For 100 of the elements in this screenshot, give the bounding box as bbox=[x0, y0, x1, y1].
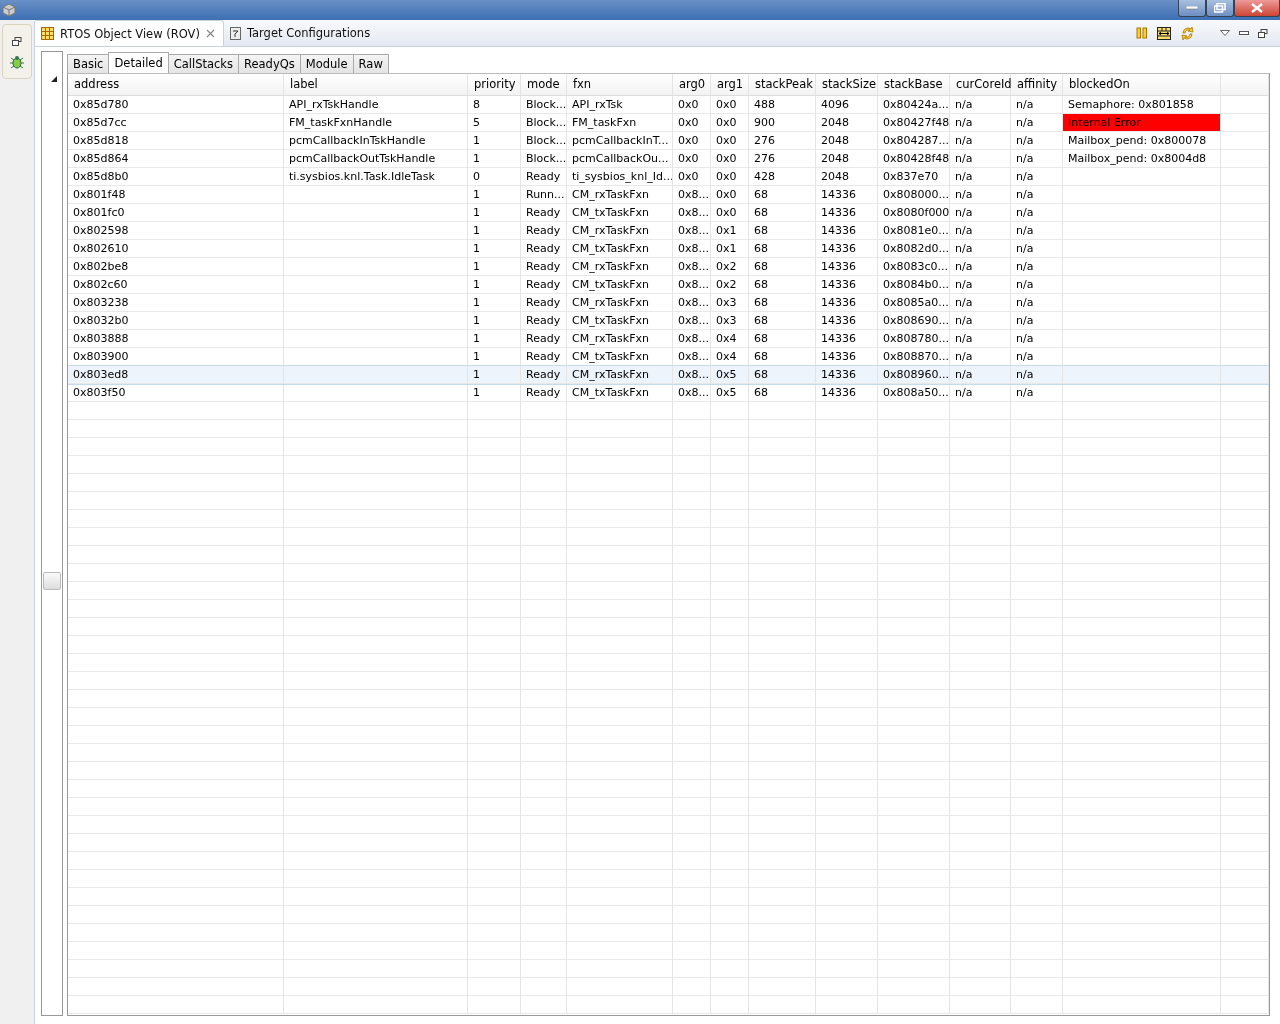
table-cell: 68 bbox=[754, 260, 768, 273]
table-cell: 0x8... bbox=[678, 314, 709, 327]
tab[interactable]: ReadyQs bbox=[238, 54, 301, 73]
table-cell: n/a bbox=[1016, 134, 1034, 147]
table-cell: 1 bbox=[473, 368, 480, 381]
table-cell: n/a bbox=[955, 296, 973, 309]
table-row[interactable]: 0x803ed8 1 Ready CM_rxTaskFxn 0x8... 0x5 68 14336 0x808960... n/a n/a bbox=[68, 366, 1269, 384]
close-button[interactable] bbox=[1234, 0, 1280, 17]
column-header[interactable]: arg1 bbox=[711, 74, 749, 95]
table-cell: Block... bbox=[526, 134, 566, 147]
table-row[interactable]: 0x801fc0 1 Ready CM_txTaskFxn 0x8... 0x0 68 14336 0x8080f000 n/a n/a bbox=[68, 204, 1269, 222]
table-row[interactable]: 0x802610 1 Ready CM_txTaskFxn 0x8... 0x1 68 14336 0x8082d0... n/a n/a bbox=[68, 240, 1269, 258]
table-cell: n/a bbox=[955, 314, 973, 327]
app-icon[interactable] bbox=[2, 3, 16, 17]
table-cell: CM_txTaskFxn bbox=[572, 386, 650, 399]
refresh-icon[interactable] bbox=[1180, 25, 1195, 41]
table-row[interactable]: 0x802c60 1 Ready CM_txTaskFxn 0x8... 0x2 68 14336 0x8084b0... n/a n/a bbox=[68, 276, 1269, 294]
table-cell: 0x0 bbox=[716, 98, 737, 111]
table-cell: 14336 bbox=[821, 386, 856, 399]
table-cell: 900 bbox=[754, 116, 775, 129]
table-row[interactable]: 0x802be8 1 Ready CM_rxTaskFxn 0x8... 0x2 68 14336 0x8083c0... n/a n/a bbox=[68, 258, 1269, 276]
table-row[interactable]: 0x803f50 1 Ready CM_txTaskFxn 0x8... 0x5 68 14336 0x808a50... n/a n/a bbox=[68, 384, 1269, 402]
resize-columns-icon[interactable] bbox=[1157, 26, 1171, 40]
tab[interactable]: Module bbox=[299, 54, 354, 73]
table-cell: n/a bbox=[955, 278, 973, 291]
pause-icon[interactable] bbox=[1136, 27, 1148, 39]
table-cell: CM_rxTaskFxn bbox=[572, 224, 649, 237]
table-cell: 68 bbox=[754, 332, 768, 345]
column-header[interactable]: curCoreId bbox=[950, 74, 1011, 95]
table-icon bbox=[41, 27, 54, 40]
tab[interactable]: Raw bbox=[352, 54, 389, 73]
table-cell: n/a bbox=[955, 224, 973, 237]
view-tab[interactable]: RTOS Object View (ROV) bbox=[34, 20, 224, 46]
bug-icon[interactable] bbox=[9, 54, 25, 70]
table-cell: 0x5 bbox=[716, 368, 737, 381]
close-icon[interactable] bbox=[205, 29, 215, 38]
table-cell: 68 bbox=[754, 278, 768, 291]
column-header[interactable]: arg0 bbox=[673, 74, 711, 95]
minimize-icon[interactable] bbox=[1239, 31, 1249, 35]
column-header[interactable]: mode bbox=[521, 74, 567, 95]
table-row[interactable]: 0x85d8b0 ti.sysbios.knl.Task.IdleTask 0 Ready ti_sysbios_knl_Id... 0x0 0x0 428 2048 0x837e70 n/a n/a bbox=[68, 168, 1269, 186]
table-cell: 276 bbox=[754, 152, 775, 165]
table-cell: n/a bbox=[1016, 332, 1034, 345]
table-cell: n/a bbox=[1016, 152, 1034, 165]
table-cell: API_rxTskHandle bbox=[289, 98, 379, 111]
table-cell: n/a bbox=[955, 350, 973, 363]
table-row[interactable]: 0x85d780 API_rxTskHandle 8 Block... API_rxTsk 0x0 0x0 488 4096 0x80424a... n/a n/a Semaphore: 0x801858 bbox=[68, 96, 1269, 114]
restore-button[interactable] bbox=[1206, 0, 1234, 17]
table-cell: n/a bbox=[955, 134, 973, 147]
table-cell: 0x837e70 bbox=[883, 170, 939, 183]
table-row[interactable]: 0x802598 1 Ready CM_rxTaskFxn 0x8... 0x1 68 14336 0x8081e0... n/a n/a bbox=[68, 222, 1269, 240]
column-header[interactable]: stackBase bbox=[878, 74, 950, 95]
table-cell: 0x8... bbox=[678, 278, 709, 291]
table-cell: n/a bbox=[955, 242, 973, 255]
table-row[interactable]: 0x85d7cc FM_taskFxnHandle 5 Block... FM_taskFxn 0x0 0x0 900 2048 0x80427f48 n/a n/a Internal Error bbox=[68, 114, 1269, 132]
table-cell: 0x85d864 bbox=[73, 152, 129, 165]
table-cell: 0x8085a0... bbox=[883, 296, 949, 309]
column-header[interactable]: fxn bbox=[567, 74, 673, 95]
restore-icon[interactable] bbox=[12, 37, 22, 46]
table-cell: n/a bbox=[955, 368, 973, 381]
table-cell: 0x3 bbox=[716, 296, 737, 309]
maximize-icon[interactable] bbox=[1258, 28, 1268, 38]
table-cell: 0x1 bbox=[716, 242, 737, 255]
table-row[interactable]: 0x801f48 1 Runn... CM_rxTaskFxn 0x8... 0x0 68 14336 0x808000... n/a n/a bbox=[68, 186, 1269, 204]
table-cell: 0x808960... bbox=[883, 368, 949, 381]
table-cell: 68 bbox=[754, 224, 768, 237]
table-cell: 0x808000... bbox=[883, 188, 949, 201]
table-cell: 0x802610 bbox=[73, 242, 129, 255]
table-cell: 1 bbox=[473, 314, 480, 327]
table-cell: 8 bbox=[473, 98, 480, 111]
table-cell: Ready bbox=[526, 332, 561, 345]
column-header[interactable]: stackSize bbox=[816, 74, 878, 95]
table-row[interactable]: 0x85d864 pcmCallbackOutTskHandle 1 Block... pcmCallbackOu... 0x0 0x0 276 2048 0x80428f48 n/a n/a Mailbox_pend: 0x8004d8 bbox=[68, 150, 1269, 168]
minimize-button[interactable] bbox=[1178, 0, 1206, 17]
tab[interactable]: Basic bbox=[67, 54, 110, 73]
column-header[interactable]: stackPeak bbox=[749, 74, 816, 95]
column-header[interactable]: blockedOn bbox=[1063, 74, 1221, 95]
minimize-icon bbox=[1186, 6, 1198, 10]
table-cell: 0x0 bbox=[716, 188, 737, 201]
column-header[interactable]: label bbox=[284, 74, 468, 95]
column-header[interactable]: address bbox=[68, 74, 284, 95]
table-cell: Ready bbox=[526, 260, 561, 273]
view-tab[interactable]: Target Configurations bbox=[223, 20, 379, 46]
table-row[interactable]: 0x803888 1 Ready CM_rxTaskFxn 0x8... 0x4 68 14336 0x808780... n/a n/a bbox=[68, 330, 1269, 348]
scroll-thumb[interactable] bbox=[43, 572, 61, 590]
table-row[interactable]: 0x85d818 pcmCallbackInTskHandle 1 Block... pcmCallbackInT... 0x0 0x0 276 2048 0x804287... n/a n/a Mailbox_pend: 0x800078 bbox=[68, 132, 1269, 150]
table-cell: 0x0 bbox=[716, 170, 737, 183]
column-header[interactable]: affinity bbox=[1011, 74, 1063, 95]
table-cell: FM_taskFxn bbox=[572, 116, 637, 129]
tab[interactable]: CallStacks bbox=[167, 54, 239, 73]
column-header[interactable]: priority bbox=[468, 74, 521, 95]
table-cell: 0x8081e0... bbox=[883, 224, 949, 237]
table-cell: ti.sysbios.knl.Task.IdleTask bbox=[289, 170, 435, 183]
table-cell: 0x0 bbox=[716, 116, 737, 129]
table-cell: 68 bbox=[754, 242, 768, 255]
sort-icon[interactable] bbox=[51, 76, 57, 82]
table-cell: 0x802be8 bbox=[73, 260, 129, 273]
view-menu-icon[interactable] bbox=[1220, 30, 1230, 36]
table-row[interactable]: 0x803238 1 Ready CM_rxTaskFxn 0x8... 0x3 68 14336 0x8085a0... n/a n/a bbox=[68, 294, 1269, 312]
table-row[interactable]: 0x8032b0 1 Ready CM_txTaskFxn 0x8... 0x3 68 14336 0x808690... n/a n/a bbox=[68, 312, 1269, 330]
